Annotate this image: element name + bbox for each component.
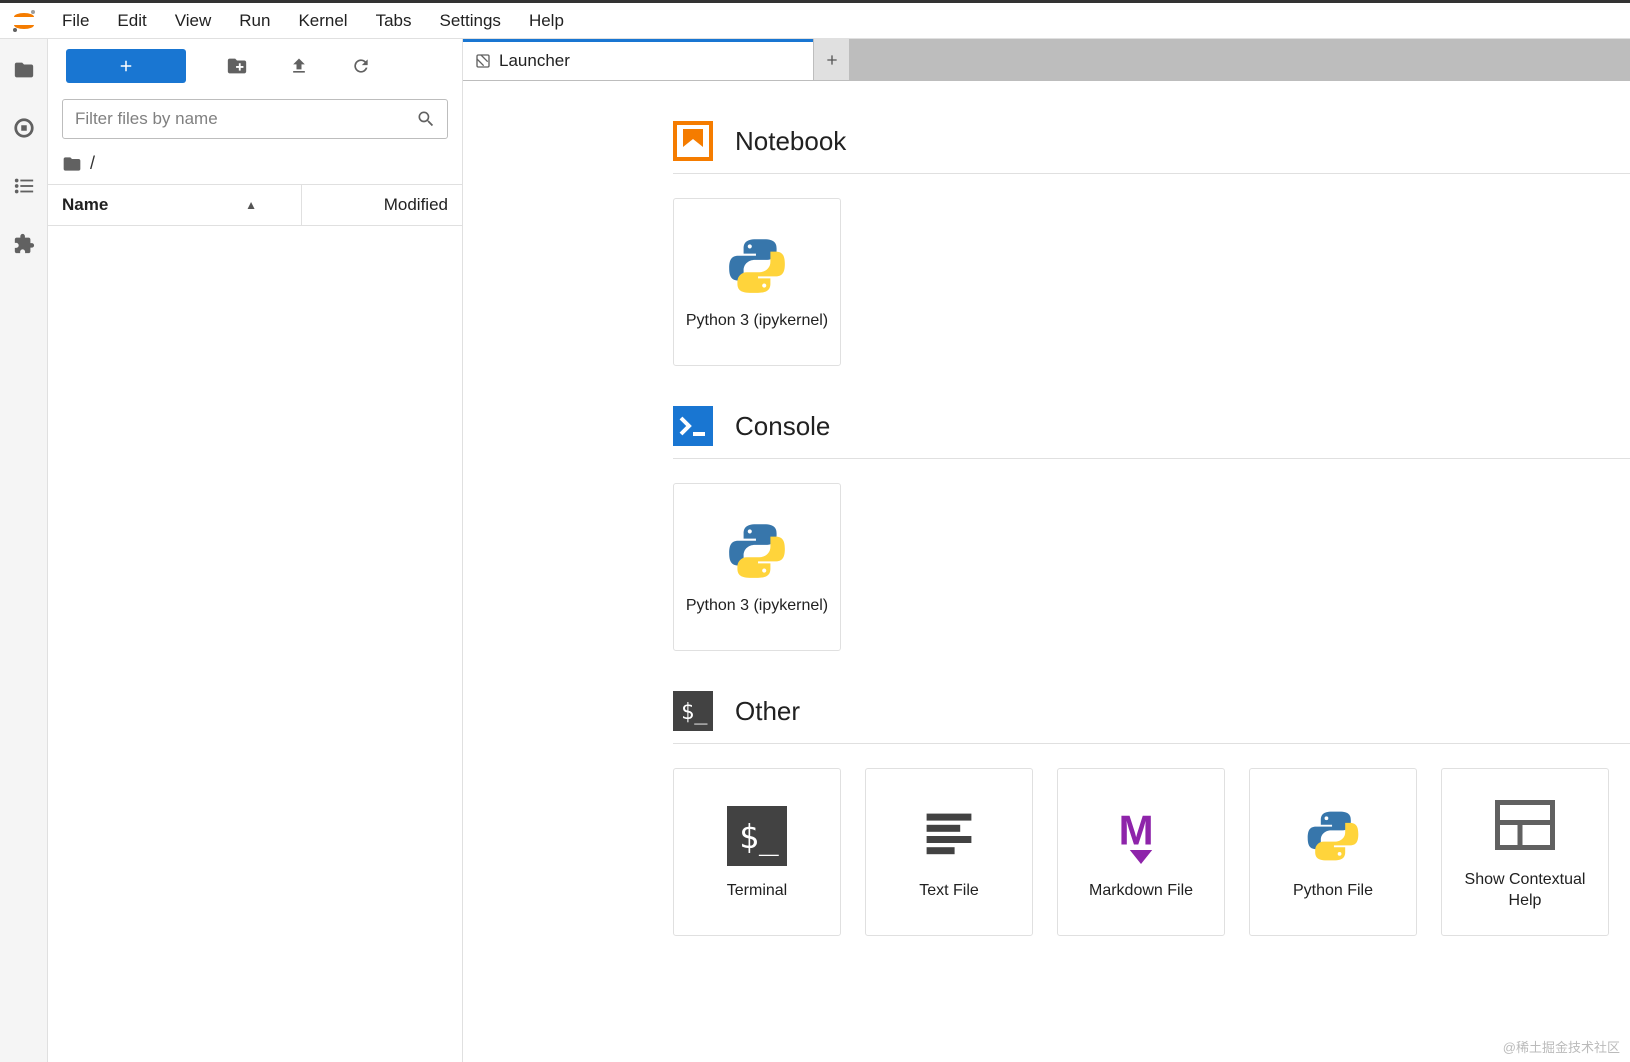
card-console-python3[interactable]: Python 3 (ipykernel): [673, 483, 841, 651]
card-text-file[interactable]: Text File: [865, 768, 1033, 936]
launcher-tab-icon: [475, 53, 491, 69]
menubar: File Edit View Run Kernel Tabs Settings …: [0, 3, 1630, 39]
jupyter-logo-icon: [10, 7, 38, 35]
python-icon: [724, 518, 790, 584]
folder-icon: [62, 154, 82, 174]
python-icon: [724, 233, 790, 299]
column-name[interactable]: Name ▲: [48, 185, 302, 225]
card-markdown-file[interactable]: M Markdown File: [1057, 768, 1225, 936]
card-python-file[interactable]: Python File: [1249, 768, 1417, 936]
svg-text:M: M: [1119, 808, 1154, 853]
card-label: Python File: [1285, 881, 1381, 902]
watermark: @稀土掘金技术社区: [1503, 1037, 1620, 1056]
menu-view[interactable]: View: [161, 3, 226, 39]
menu-kernel[interactable]: Kernel: [284, 3, 361, 39]
breadcrumb[interactable]: /: [48, 139, 462, 184]
tab-bar: Launcher: [463, 39, 1630, 81]
section-console: Console Python 3 (ipykernel): [673, 406, 1630, 651]
activity-bar: [0, 39, 48, 1062]
card-terminal[interactable]: $_ Terminal: [673, 768, 841, 936]
new-tab-button[interactable]: [813, 39, 849, 80]
file-list-empty: [48, 226, 462, 1062]
card-label: Markdown File: [1081, 881, 1201, 902]
section-title: Other: [735, 696, 800, 727]
extensions-icon[interactable]: [13, 233, 35, 255]
console-section-icon: [673, 406, 713, 446]
new-launcher-button[interactable]: [66, 49, 186, 83]
section-notebook: Notebook Python 3 (ipykernel): [673, 121, 1630, 366]
tab-launcher[interactable]: Launcher: [463, 39, 813, 80]
refresh-button[interactable]: [350, 55, 372, 77]
file-browser-toolbar: [48, 39, 462, 93]
new-folder-button[interactable]: [226, 55, 248, 77]
upload-button[interactable]: [288, 55, 310, 77]
other-section-icon: $_: [673, 691, 713, 731]
terminal-icon: $_: [724, 803, 790, 869]
search-icon: [416, 109, 436, 129]
text-file-icon: [916, 803, 982, 869]
python-icon: [1300, 803, 1366, 869]
card-label: Text File: [911, 881, 987, 902]
menu-edit[interactable]: Edit: [103, 3, 160, 39]
toc-icon[interactable]: [13, 175, 35, 197]
card-notebook-python3[interactable]: Python 3 (ipykernel): [673, 198, 841, 366]
sort-ascending-icon: ▲: [245, 198, 257, 212]
card-label: Python 3 (ipykernel): [678, 311, 836, 332]
menu-help[interactable]: Help: [515, 3, 578, 39]
svg-text:$_: $_: [739, 817, 779, 857]
tab-label: Launcher: [499, 51, 570, 71]
card-contextual-help[interactable]: Show Contextual Help: [1441, 768, 1609, 936]
notebook-section-icon: [673, 121, 713, 161]
card-label: Terminal: [719, 881, 795, 902]
card-label: Python 3 (ipykernel): [678, 596, 836, 617]
folder-icon[interactable]: [13, 59, 35, 81]
svg-text:$_: $_: [681, 700, 708, 725]
filter-input[interactable]: [62, 99, 448, 139]
column-name-label: Name: [62, 195, 108, 215]
markdown-icon: M: [1108, 803, 1174, 869]
section-title: Console: [735, 411, 830, 442]
card-label: Show Contextual Help: [1442, 870, 1608, 912]
filter-files: [62, 99, 448, 139]
file-list-header: Name ▲ Modified: [48, 184, 462, 226]
column-modified[interactable]: Modified: [302, 185, 462, 225]
file-browser-panel: / Name ▲ Modified: [48, 39, 463, 1062]
section-other: $_ Other $_ Terminal Te: [673, 691, 1630, 936]
breadcrumb-root: /: [90, 153, 95, 174]
menu-run[interactable]: Run: [225, 3, 284, 39]
section-title: Notebook: [735, 126, 846, 157]
running-kernels-icon[interactable]: [13, 117, 35, 139]
workspace: Launcher Notebook: [463, 39, 1630, 1062]
menu-file[interactable]: File: [48, 3, 103, 39]
plus-icon: [824, 52, 840, 68]
launcher-panel: Notebook Python 3 (ipykernel): [463, 81, 1630, 1062]
help-panel-icon: [1492, 792, 1558, 858]
menu-settings[interactable]: Settings: [426, 3, 515, 39]
menu-tabs[interactable]: Tabs: [362, 3, 426, 39]
